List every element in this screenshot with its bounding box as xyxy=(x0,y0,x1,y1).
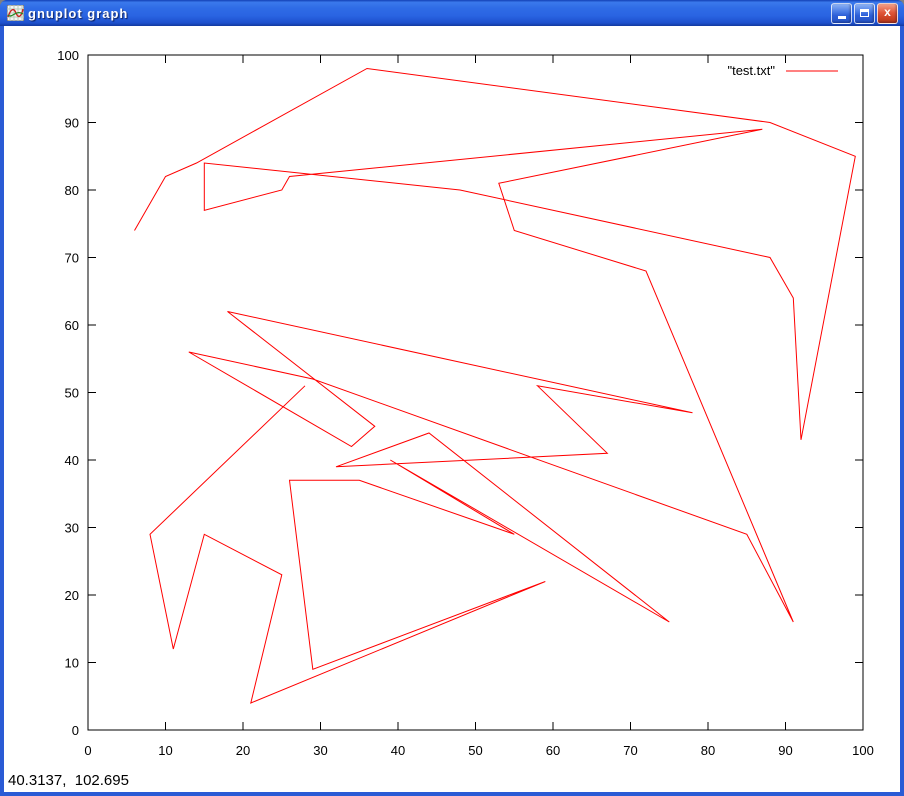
data-polyline xyxy=(135,69,856,704)
title-bar[interactable]: gnuplot graph x xyxy=(0,0,904,26)
x-tick-label: 90 xyxy=(778,743,792,758)
x-tick-label: 60 xyxy=(546,743,560,758)
minimize-icon xyxy=(838,16,846,19)
y-tick-label: 40 xyxy=(65,453,79,468)
x-tick-label: 70 xyxy=(623,743,637,758)
x-tick-label: 0 xyxy=(84,743,91,758)
maximize-icon xyxy=(860,9,869,17)
x-tick-label: 100 xyxy=(852,743,874,758)
x-tick-label: 10 xyxy=(158,743,172,758)
line-chart: 0 10 20 30 40 50 60 70 80 90 100 0 10 20 30 40 50 60 70 80 9… xyxy=(4,26,900,792)
y-tick-label: 70 xyxy=(65,251,79,266)
y-tick-label: 0 xyxy=(72,723,79,738)
maximize-button[interactable] xyxy=(854,3,875,24)
legend-label: "test.txt" xyxy=(727,63,775,78)
y-tick-label: 20 xyxy=(65,588,79,603)
y-tick-label: 90 xyxy=(65,116,79,131)
x-tick-label: 40 xyxy=(391,743,405,758)
gnuplot-icon xyxy=(7,5,24,21)
window-title: gnuplot graph xyxy=(28,6,831,21)
window-controls: x xyxy=(831,3,898,24)
x-tick-label: 80 xyxy=(701,743,715,758)
close-icon: x xyxy=(884,6,891,18)
minimize-button[interactable] xyxy=(831,3,852,24)
x-tick-label: 50 xyxy=(468,743,482,758)
x-tick-label: 30 xyxy=(313,743,327,758)
y-tick-label: 30 xyxy=(65,521,79,536)
y-tick-label: 10 xyxy=(65,656,79,671)
close-button[interactable]: x xyxy=(877,3,898,24)
plot-canvas[interactable]: 0 10 20 30 40 50 60 70 80 90 100 0 10 20 30 40 50 60 70 80 9… xyxy=(4,26,900,792)
cursor-coordinates: 40.3137, 102.695 xyxy=(8,772,129,789)
y-tick-label: 80 xyxy=(65,183,79,198)
x-tick-label: 20 xyxy=(236,743,250,758)
y-tick-label: 100 xyxy=(57,48,79,63)
gnuplot-window: gnuplot graph x 0 10 20 30 40 50 60 70 80 90 100 0 1… xyxy=(0,0,904,796)
y-tick-label: 50 xyxy=(65,386,79,401)
plot-border xyxy=(88,55,863,730)
y-tick-label: 60 xyxy=(65,318,79,333)
